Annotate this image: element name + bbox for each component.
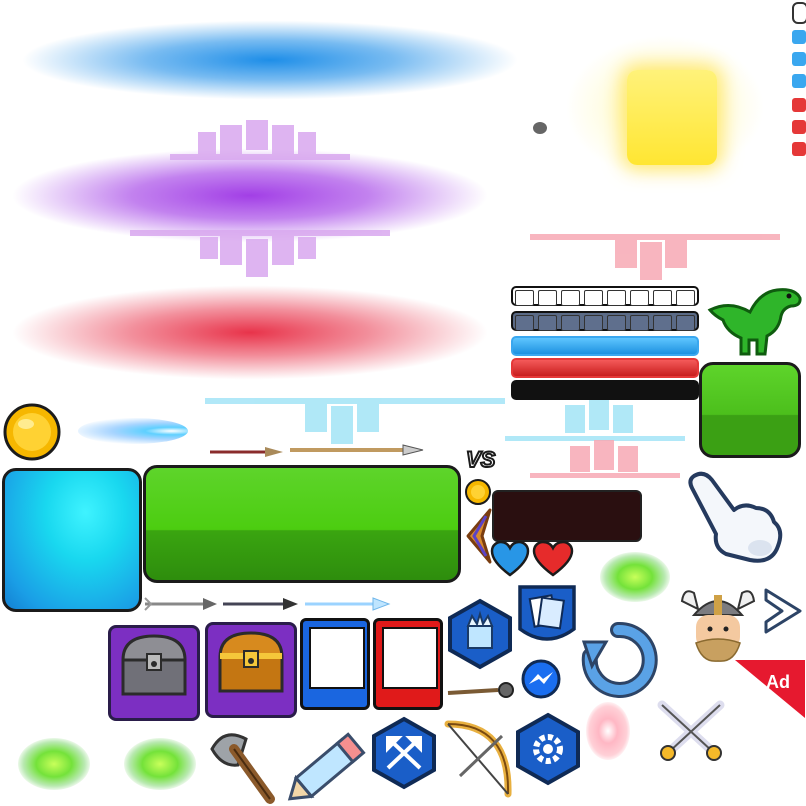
gold-coin-icon — [3, 403, 61, 461]
red-heart-icon — [532, 540, 574, 577]
pink-ribbon-mid — [530, 440, 680, 478]
crown-icon — [466, 610, 494, 649]
portal-icon — [586, 702, 630, 760]
dark-panel — [492, 490, 642, 542]
pencil-icon — [287, 732, 366, 801]
silver-chest-slot[interactable] — [108, 625, 200, 721]
black-progress-bar — [511, 380, 699, 400]
card-face — [382, 627, 438, 689]
rock-icon — [533, 122, 547, 134]
settings-hex-button[interactable] — [514, 712, 582, 786]
green-splash-icon — [600, 552, 670, 602]
bow-icon — [444, 720, 512, 798]
fireball-icon — [78, 418, 188, 444]
axe-icon — [210, 733, 275, 804]
blue-heart-icon — [490, 540, 530, 577]
pointing-hand-icon — [688, 471, 783, 563]
gold-chest-icon — [218, 631, 284, 693]
refresh-icon[interactable] — [578, 620, 664, 700]
blue-progress-bar — [511, 336, 699, 356]
crossed-arrows-hex-button[interactable] — [370, 716, 438, 790]
messenger-icon[interactable] — [520, 658, 562, 700]
spear-icon — [210, 444, 424, 457]
small-coin-icon — [465, 479, 491, 505]
ad-label: Ad — [766, 672, 790, 692]
green-square-tile[interactable] — [699, 362, 801, 458]
green-splash-icon — [124, 738, 196, 790]
green-wide-button[interactable] — [143, 465, 461, 583]
red-progress-bar — [511, 358, 699, 378]
cyan-square-button[interactable] — [2, 468, 142, 612]
silver-chest-icon — [121, 634, 187, 696]
blue-glow-effect — [20, 20, 520, 100]
white-segmented-bar — [511, 286, 699, 306]
purple-ribbon-top — [170, 120, 350, 160]
pink-ribbon-right — [530, 234, 780, 280]
card-face — [309, 627, 365, 689]
mace-icon — [447, 682, 514, 698]
cards-shield-button[interactable] — [516, 583, 578, 651]
arrow-icon — [144, 597, 391, 611]
crown-hex-button[interactable] — [446, 598, 514, 670]
cards-icon — [528, 594, 565, 630]
red-glow-effect — [10, 285, 490, 380]
crossed-swords-icon[interactable] — [652, 695, 730, 765]
cyan-ribbon — [205, 398, 505, 444]
dinosaur-icon — [707, 288, 802, 356]
vs-label: VS — [465, 447, 496, 473]
cyan-ribbon-right — [505, 400, 685, 441]
green-splash-icon — [18, 738, 90, 790]
side-strip — [790, 0, 806, 160]
red-card-slot[interactable] — [373, 618, 443, 710]
gray-segmented-bar — [511, 311, 699, 331]
blue-card-slot[interactable] — [300, 618, 370, 710]
purple-ribbon-bottom — [130, 230, 390, 277]
yellow-square-tile — [627, 70, 717, 165]
gold-chest-slot[interactable] — [205, 622, 297, 718]
next-arrow-icon[interactable] — [760, 586, 804, 636]
